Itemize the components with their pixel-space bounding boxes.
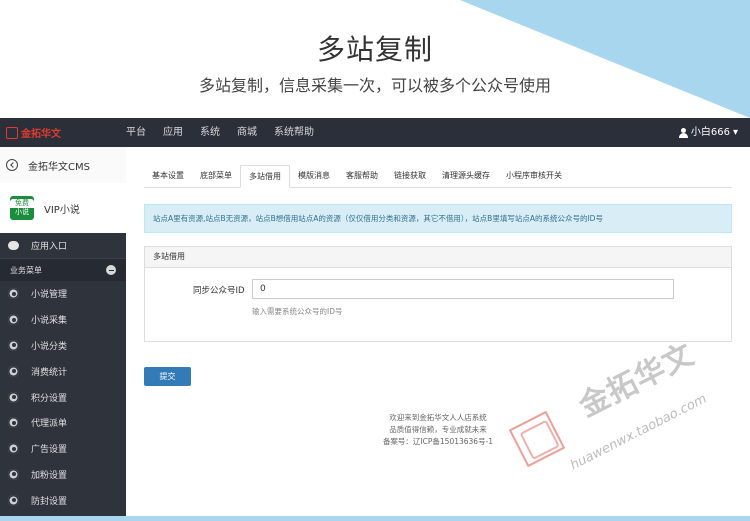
collapse-icon[interactable] (106, 265, 116, 275)
sidebar-item-follower-settings[interactable]: 加粉设置 (0, 462, 126, 488)
tab-bottom-menu[interactable]: 底部菜单 (192, 165, 240, 187)
sync-account-id-label: 同步公众号ID (193, 286, 245, 296)
gear-icon (8, 494, 19, 506)
logo-text: 金拓华文 (21, 129, 61, 140)
sidebar-item-points-settings[interactable]: 积分设置 (0, 384, 126, 410)
sidebar-item-label: 小说分类 (31, 341, 68, 352)
user-name: 小白666 (690, 127, 730, 138)
banner-title: 多站复制 (316, 33, 433, 66)
nav-item-apps[interactable]: 应用 (163, 118, 183, 147)
main-content: 基本设置 底部菜单 多站借用 模版消息 客服帮助 链接获取 清理源头缓存 小程序… (126, 147, 750, 516)
sidebar-item-novel-manage[interactable]: 小说管理 (0, 281, 126, 307)
sidebar-item-consumption-stats[interactable]: 消费统计 (0, 358, 126, 384)
footer-slogan: 品质值得信赖，专业成就未来 (389, 425, 487, 434)
banner-subtitle: 多站复制，信息采集一次，可以被多个公众号使用 (198, 76, 551, 95)
chevron-down-icon: ▾ (732, 127, 738, 138)
tab-clear-source-cache[interactable]: 清理源头缓存 (434, 165, 498, 187)
sidebar-item-label: 代理派单 (31, 419, 68, 430)
gear-icon (8, 391, 19, 403)
sidebar-item-label: 消费统计 (31, 367, 68, 378)
sidebar-menu: 应用入口 业务菜单 小说管理 小说采集 小说分类 消费统计 积分设置 代理派单 … (0, 233, 126, 513)
back-to-cms[interactable]: 金拓华文CMS (0, 147, 126, 183)
logo-icon (6, 126, 18, 139)
nav-item-mall[interactable]: 商城 (237, 118, 257, 147)
top-navbar: 金拓华文 平台 应用 系统 商城 系统帮助 小白666 ▾ (0, 118, 750, 147)
page-footer: 欢迎来到金拓华文人人店系统 品质值得信赖，专业成就未来 备案号：辽ICP备150… (126, 412, 750, 448)
footer-welcome: 欢迎来到金拓华文人人店系统 (389, 413, 487, 422)
sidebar-section-business[interactable]: 业务菜单 (0, 259, 126, 281)
sidebar-item-label: 应用入口 (31, 242, 68, 252)
sidebar-item-novel-category[interactable]: 小说分类 (0, 333, 126, 359)
settings-tabs: 基本设置 底部菜单 多站借用 模版消息 客服帮助 链接获取 清理源头缓存 小程序… (144, 165, 732, 188)
panel-title: 多站借用 (145, 247, 731, 268)
sidebar-item-ad-settings[interactable]: 广告设置 (0, 436, 126, 462)
sidebar-item-label: 小说采集 (31, 316, 68, 327)
site-info: 免费 小说 VIP小说 (0, 183, 126, 233)
tab-template-message[interactable]: 模版消息 (290, 165, 338, 187)
gear-icon (8, 288, 19, 300)
brand-logo[interactable]: 金拓华文 (6, 125, 61, 140)
settings-panel: 多站借用 同步公众号ID 0 输入需要系统公众号的ID号 (144, 246, 732, 342)
back-arrow-icon (6, 159, 18, 171)
site-logo-bottom: 小说 (15, 208, 29, 216)
nav-item-system[interactable]: 系统 (200, 118, 220, 147)
footer-icp: 备案号：辽ICP备15013636号-1 (382, 437, 494, 446)
tab-customer-help[interactable]: 客服帮助 (338, 165, 386, 187)
site-name: VIP小说 (44, 204, 80, 216)
submit-button[interactable]: 提交 (144, 367, 191, 386)
gear-icon (8, 468, 19, 480)
back-label: 金拓华文CMS (28, 161, 90, 173)
sync-account-id-input[interactable]: 0 (252, 279, 674, 299)
gear-icon (8, 443, 19, 455)
sidebar-item-agent-dispatch[interactable]: 代理派单 (0, 410, 126, 436)
gear-icon (8, 417, 19, 429)
user-menu[interactable]: 小白666 ▾ (678, 118, 738, 147)
gear-icon (8, 314, 19, 326)
user-icon (678, 127, 688, 138)
promo-banner: 多站复制 多站复制，信息采集一次，可以被多个公众号使用 (0, 0, 750, 118)
bottom-decoration (0, 516, 750, 521)
tab-miniprogram-review-switch[interactable]: 小程序审核开关 (498, 165, 570, 187)
sidebar-item-label: 积分设置 (31, 393, 68, 404)
sidebar-item-app-entry[interactable]: 应用入口 (0, 233, 126, 259)
site-logo: 免费 小说 (10, 196, 34, 220)
nav-item-help[interactable]: 系统帮助 (274, 118, 314, 147)
tab-basic-settings[interactable]: 基本设置 (144, 165, 192, 187)
gear-icon (8, 365, 19, 377)
tab-multi-site-borrow[interactable]: 多站借用 (240, 165, 290, 188)
sidebar-item-label: 防封设置 (31, 496, 68, 507)
site-logo-top: 免费 (10, 199, 34, 208)
chat-bubble-icon (8, 241, 19, 250)
field-help-text: 输入需要系统公众号的ID号 (252, 307, 343, 316)
info-alert: 站点A里有资源,站点B无资源，站点B想借用站点A的资源（仅仅借用分类和资源，其它… (144, 204, 732, 233)
section-label: 业务菜单 (10, 265, 42, 275)
tab-get-link[interactable]: 链接获取 (386, 165, 434, 187)
nav-item-platform[interactable]: 平台 (126, 118, 146, 147)
sidebar-item-label: 加粉设置 (31, 470, 68, 481)
gear-icon (8, 339, 19, 351)
sidebar-item-novel-collect[interactable]: 小说采集 (0, 307, 126, 333)
sidebar-item-label: 小说管理 (31, 290, 68, 301)
sidebar-item-label: 广告设置 (31, 445, 68, 456)
sidebar: 金拓华文CMS 免费 小说 VIP小说 应用入口 业务菜单 小说管理 小说采集 … (0, 147, 126, 521)
nav-menu: 平台 应用 系统 商城 系统帮助 (126, 118, 331, 147)
sidebar-item-anti-block-settings[interactable]: 防封设置 (0, 487, 126, 513)
